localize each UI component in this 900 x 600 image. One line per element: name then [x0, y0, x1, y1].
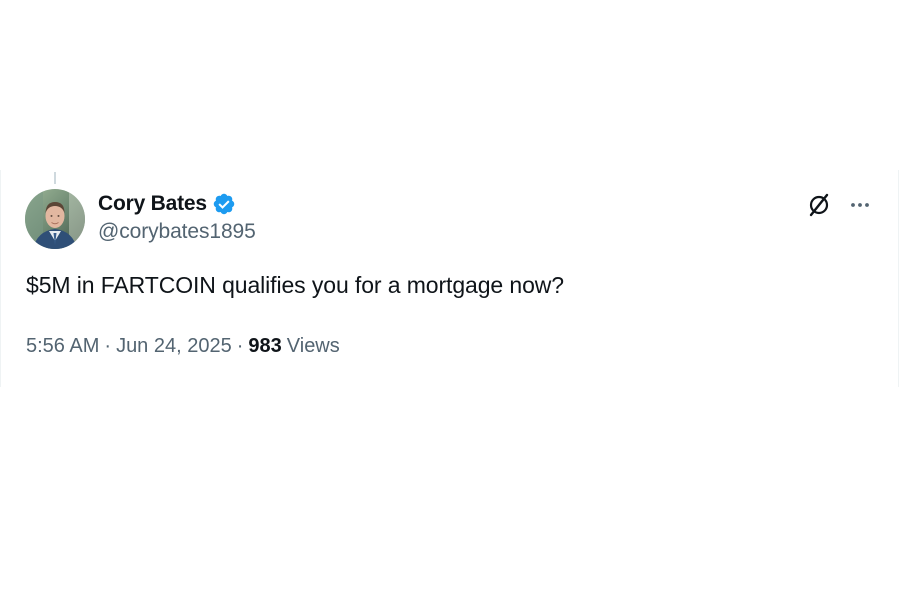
page: Cory Bates @corybates1895 $5M in FARTCOI… — [0, 0, 900, 600]
tweet-time[interactable]: 5:56 AM — [26, 335, 99, 358]
tweet-text: $5M in FARTCOIN qualifies you for a mort… — [26, 272, 564, 298]
thread-line — [54, 172, 56, 184]
avatar-image — [25, 189, 85, 249]
display-name[interactable]: Cory Bates — [98, 192, 207, 216]
name-row: Cory Bates — [98, 190, 256, 218]
handle[interactable]: @corybates1895 — [98, 220, 256, 244]
tweet-date[interactable]: Jun 24, 2025 — [116, 335, 232, 358]
tweet-meta: 5:56 AM · Jun 24, 2025 · 983 Views — [26, 335, 340, 358]
views-label: Views — [286, 335, 340, 357]
grok-icon[interactable] — [806, 192, 832, 218]
tweet-card[interactable]: Cory Bates @corybates1895 $5M in FARTCOI… — [0, 170, 899, 387]
separator-dot: · — [236, 335, 244, 357]
avatar[interactable] — [25, 189, 85, 249]
separator-dot: · — [104, 335, 112, 357]
more-options-icon[interactable] — [847, 192, 873, 218]
views-count: 983 — [248, 335, 282, 357]
author-block: Cory Bates @corybates1895 — [98, 190, 256, 244]
verified-badge-icon[interactable] — [212, 192, 236, 216]
